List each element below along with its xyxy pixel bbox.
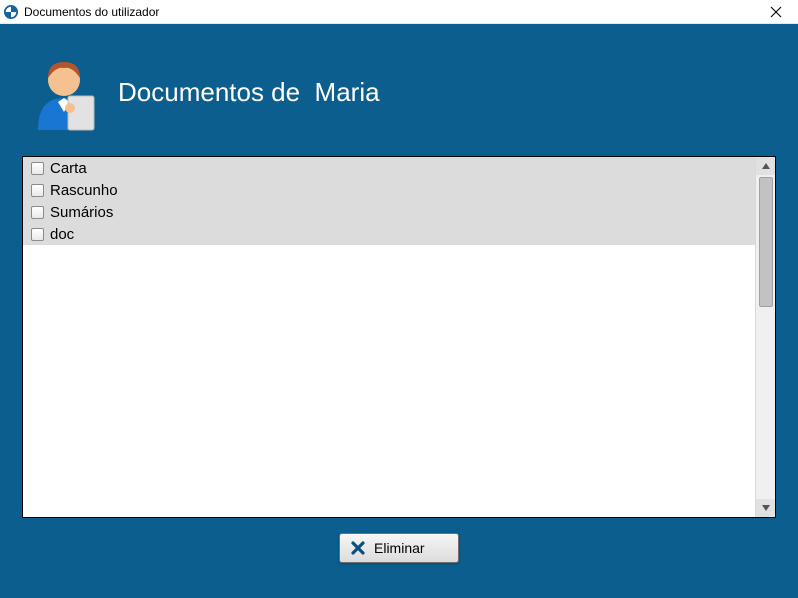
list-item-label: doc bbox=[50, 226, 74, 243]
list-item-checkbox[interactable] bbox=[31, 184, 44, 197]
list-item[interactable]: doc bbox=[23, 223, 755, 245]
window-title: Documentos do utilizador bbox=[24, 5, 159, 19]
close-icon bbox=[770, 6, 782, 18]
scroll-track[interactable] bbox=[756, 175, 775, 499]
list-item-label: Carta bbox=[50, 160, 87, 177]
list-item[interactable]: Rascunho bbox=[23, 179, 755, 201]
titlebar: Documentos do utilizador bbox=[0, 0, 798, 24]
list-item-label: Rascunho bbox=[50, 182, 118, 199]
list-item[interactable]: Carta bbox=[23, 157, 755, 179]
list-item-checkbox[interactable] bbox=[31, 206, 44, 219]
scroll-down-button[interactable] bbox=[756, 499, 775, 517]
user-documents-icon bbox=[28, 52, 100, 132]
list-item[interactable]: Sumários bbox=[23, 201, 755, 223]
list-item-checkbox[interactable] bbox=[31, 228, 44, 241]
dialog-body: Documentos de Maria Carta Rascunho Sumário… bbox=[0, 24, 798, 598]
delete-button-label: Eliminar bbox=[374, 540, 425, 556]
header: Documentos de Maria bbox=[28, 52, 380, 132]
list-item-label: Sumários bbox=[50, 204, 113, 221]
scroll-thumb[interactable] bbox=[759, 177, 773, 307]
scroll-up-button[interactable] bbox=[756, 157, 775, 175]
delete-button[interactable]: Eliminar bbox=[339, 533, 459, 563]
page-title: Documentos de Maria bbox=[118, 77, 380, 108]
delete-icon bbox=[350, 540, 366, 556]
vertical-scrollbar[interactable] bbox=[755, 157, 775, 517]
app-icon bbox=[4, 5, 18, 19]
window-close-button[interactable] bbox=[758, 0, 794, 24]
documents-listbox: Carta Rascunho Sumários doc bbox=[22, 156, 776, 518]
list-item-checkbox[interactable] bbox=[31, 162, 44, 175]
